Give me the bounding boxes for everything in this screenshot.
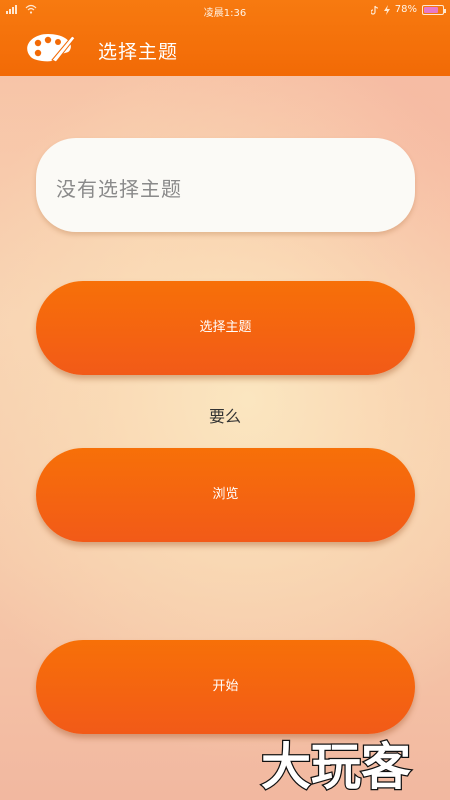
svg-text:大玩客: 大玩客 (261, 738, 411, 796)
choose-topic-button[interactable]: 选择主题 (36, 281, 415, 375)
selected-topic-field: 没有选择主题 (36, 138, 415, 232)
app-bar: 凌晨1:36 78% 选择主题 (0, 0, 450, 76)
battery-percent: 78% (394, 4, 417, 15)
or-label: 要么 (208, 407, 241, 426)
status-bar: 凌晨1:36 78% (0, 0, 450, 22)
browse-button[interactable]: 浏览 (36, 448, 415, 542)
palette-icon (27, 34, 76, 63)
start-button[interactable]: 开始 (36, 640, 415, 734)
tiktok-icon (370, 5, 378, 15)
battery-fill (424, 6, 439, 13)
watermark-logo: 大玩客 (260, 737, 413, 796)
selected-topic-text: 没有选择主题 (56, 177, 182, 201)
battery-icon (422, 4, 446, 15)
page-title: 选择主题 (98, 41, 179, 63)
charging-icon (383, 4, 390, 15)
